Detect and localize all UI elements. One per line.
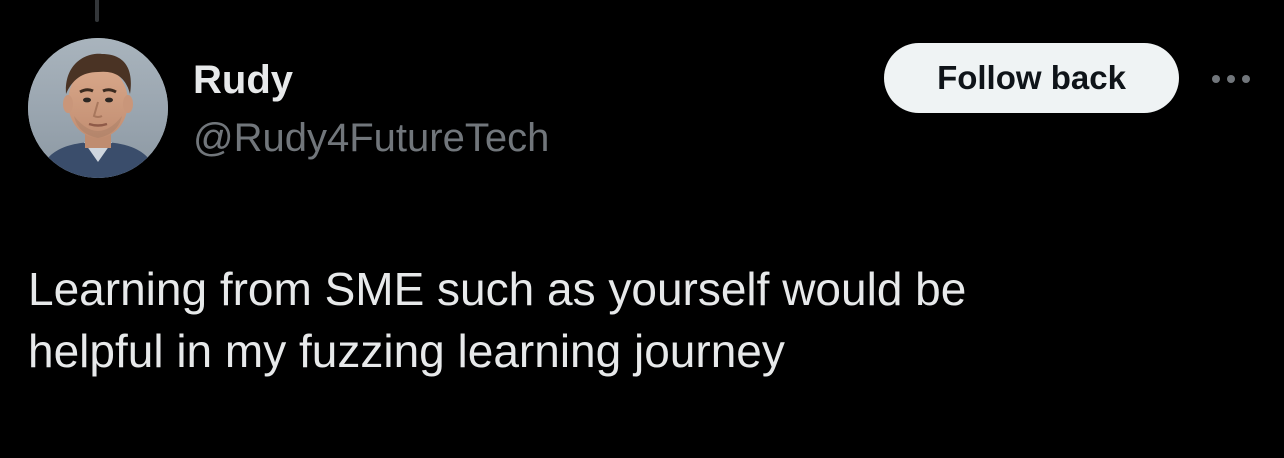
avatar[interactable] [28, 38, 168, 178]
more-options-button[interactable] [1206, 62, 1256, 96]
avatar-photo [28, 38, 168, 178]
thread-connector-line [95, 0, 99, 22]
tweet-text-line: Learning from SME such as yourself would… [28, 263, 967, 315]
author-display-name[interactable]: Rudy [193, 54, 293, 106]
follow-back-button[interactable]: Follow back [884, 43, 1179, 113]
tweet-text-line: helpful in my fuzzing learning journey [28, 325, 785, 377]
more-horizontal-icon [1212, 75, 1250, 83]
author-handle[interactable]: @Rudy4FutureTech [193, 112, 549, 164]
tweet-body: Learning from SME such as yourself would… [28, 258, 1258, 382]
